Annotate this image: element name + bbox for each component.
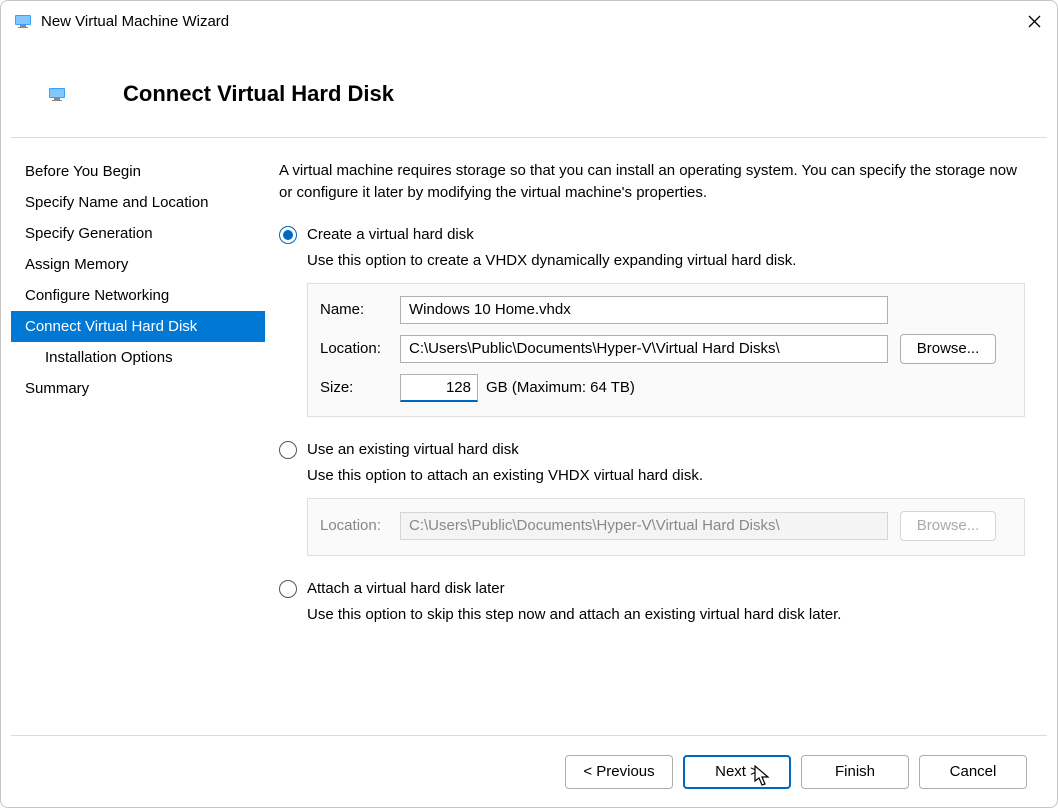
existing-location-row: Location: Browse... xyxy=(320,511,1012,541)
sidebar-item-specify-generation[interactable]: Specify Generation xyxy=(11,218,265,249)
option-use-existing-vhd: Use an existing virtual hard disk Use th… xyxy=(279,441,1025,556)
intro-text: A virtual machine requires storage so th… xyxy=(279,160,1025,204)
option3-desc: Use this option to skip this step now an… xyxy=(307,606,1025,623)
finish-button[interactable]: Finish xyxy=(801,755,909,789)
sidebar-item-summary[interactable]: Summary xyxy=(11,373,265,404)
page-title: Connect Virtual Hard Disk xyxy=(123,81,394,107)
close-button[interactable] xyxy=(1011,1,1057,41)
radio-icon xyxy=(279,441,297,459)
radio-label: Use an existing virtual hard disk xyxy=(307,441,519,458)
radio-icon xyxy=(279,580,297,598)
option-attach-later: Attach a virtual hard disk later Use thi… xyxy=(279,580,1025,623)
radio-icon xyxy=(279,226,297,244)
browse-existing-button: Browse... xyxy=(900,511,996,541)
option-create-vhd: Create a virtual hard disk Use this opti… xyxy=(279,226,1025,417)
size-hint: GB (Maximum: 64 TB) xyxy=(486,379,635,396)
sidebar-item-configure-networking[interactable]: Configure Networking xyxy=(11,280,265,311)
radio-attach-later[interactable]: Attach a virtual hard disk later xyxy=(279,580,1025,598)
wizard-window: New Virtual Machine Wizard Connect Virtu… xyxy=(0,0,1058,808)
wizard-body: Before You Begin Specify Name and Locati… xyxy=(1,138,1057,735)
wizard-sidebar: Before You Begin Specify Name and Locati… xyxy=(11,138,265,735)
existing-vhd-fields: Location: Browse... xyxy=(307,498,1025,556)
sidebar-item-specify-name-location[interactable]: Specify Name and Location xyxy=(11,187,265,218)
name-label: Name: xyxy=(320,301,400,318)
titlebar: New Virtual Machine Wizard xyxy=(1,1,1057,41)
sidebar-item-connect-virtual-hard-disk[interactable]: Connect Virtual Hard Disk xyxy=(11,311,265,342)
name-row: Name: xyxy=(320,296,1012,324)
wizard-header: Connect Virtual Hard Disk xyxy=(1,41,1057,137)
radio-label: Create a virtual hard disk xyxy=(307,226,474,243)
cancel-button[interactable]: Cancel xyxy=(919,755,1027,789)
existing-location-label: Location: xyxy=(320,517,400,534)
next-button[interactable]: Next > xyxy=(683,755,791,789)
previous-button[interactable]: < Previous xyxy=(565,755,673,789)
size-row: Size: GB (Maximum: 64 TB) xyxy=(320,374,1012,402)
radio-use-existing[interactable]: Use an existing virtual hard disk xyxy=(279,441,1025,459)
wizard-main: A virtual machine requires storage so th… xyxy=(265,138,1047,735)
radio-label: Attach a virtual hard disk later xyxy=(307,580,505,597)
existing-location-input xyxy=(400,512,888,540)
wizard-footer: < Previous Next > Finish Cancel xyxy=(11,735,1047,807)
browse-location-button[interactable]: Browse... xyxy=(900,334,996,364)
vhd-name-input[interactable] xyxy=(400,296,888,324)
wizard-header-icon xyxy=(49,86,65,102)
option2-desc: Use this option to attach an existing VH… xyxy=(307,467,1025,484)
location-label: Location: xyxy=(320,340,400,357)
option1-desc: Use this option to create a VHDX dynamic… xyxy=(307,252,1025,269)
window-title: New Virtual Machine Wizard xyxy=(41,13,1011,30)
vhd-size-input[interactable] xyxy=(400,374,478,402)
sidebar-item-installation-options[interactable]: Installation Options xyxy=(11,342,265,373)
create-vhd-fields: Name: Location: Browse... Size: GB (Maxi… xyxy=(307,283,1025,417)
sidebar-item-assign-memory[interactable]: Assign Memory xyxy=(11,249,265,280)
sidebar-item-before-you-begin[interactable]: Before You Begin xyxy=(11,156,265,187)
vhd-location-input[interactable] xyxy=(400,335,888,363)
radio-create-vhd[interactable]: Create a virtual hard disk xyxy=(279,226,1025,244)
location-row: Location: Browse... xyxy=(320,334,1012,364)
app-icon xyxy=(15,13,31,29)
size-label: Size: xyxy=(320,379,400,396)
